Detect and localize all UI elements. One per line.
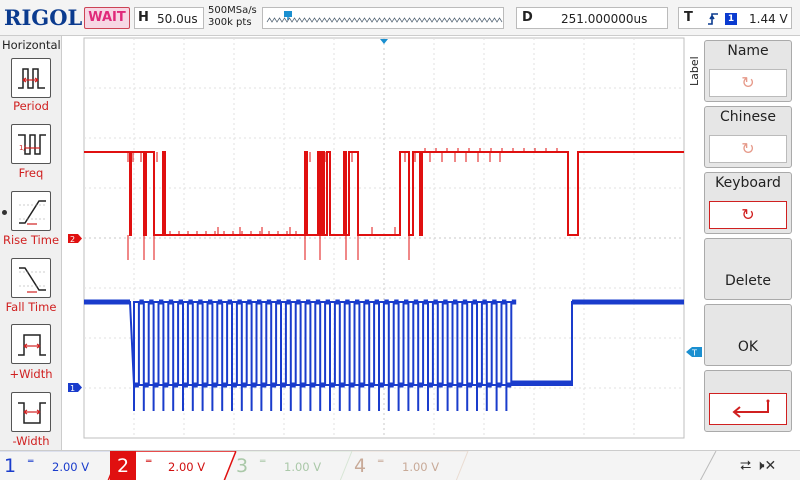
ch1-marker-label: 1 bbox=[70, 384, 75, 393]
ch3-scale: 1.00 V bbox=[284, 460, 322, 474]
label-menu-title: Label bbox=[688, 56, 701, 86]
dc-coupling-icon: ═ bbox=[146, 457, 152, 467]
chinese-button[interactable]: Chinese ↻ bbox=[704, 106, 792, 168]
speaker-mute-icon[interactable]: 🕨︎✕ bbox=[756, 458, 777, 474]
dc-coupling-icon: ═ bbox=[260, 457, 266, 467]
trigger-marker-label: T bbox=[691, 349, 697, 358]
undo-icon: ↻ bbox=[709, 69, 787, 97]
delete-button[interactable]: Delete bbox=[704, 238, 792, 300]
waveform-display[interactable]: 2 1 T bbox=[0, 0, 800, 450]
chinese-label: Chinese bbox=[720, 109, 776, 125]
menu-side-label: Label bbox=[686, 50, 704, 90]
ch2-tab[interactable]: 2 ═ 2.00 V bbox=[0, 451, 236, 480]
ch3-tab[interactable]: 3 ═ 1.00 V bbox=[232, 451, 352, 480]
ch2-number: 2 bbox=[110, 451, 136, 480]
ch2-scale: 2.00 V bbox=[168, 460, 206, 474]
usb-status: ⮂ 🕨︎✕ bbox=[740, 458, 776, 474]
ch2-marker-label: 2 bbox=[70, 235, 75, 244]
undo-icon: ↻ bbox=[709, 135, 787, 163]
keyboard-label: Keyboard bbox=[715, 175, 781, 191]
ch3-number: 3 bbox=[236, 455, 249, 477]
ch4-scale: 1.00 V bbox=[402, 460, 440, 474]
undo-icon: ↻ bbox=[709, 201, 787, 229]
trigger-level-marker[interactable]: T bbox=[686, 347, 702, 358]
channel-status-bar: 1 ═ 2.00 V 2 ═ 2.00 V 3 ═ 1.00 V 4 ═ 1.0… bbox=[0, 450, 800, 480]
usb-icon: ⮂ bbox=[740, 458, 752, 474]
ch2-offset-marker[interactable]: 2 bbox=[68, 234, 82, 244]
ch4-tab[interactable]: 4 ═ 1.00 V bbox=[350, 451, 470, 480]
delete-label: Delete bbox=[725, 273, 771, 289]
enter-icon bbox=[709, 393, 787, 425]
ch1-offset-marker[interactable]: 1 bbox=[68, 383, 82, 393]
dc-coupling-icon: ═ bbox=[378, 457, 384, 467]
ok-label: OK bbox=[737, 339, 759, 355]
name-label: Name bbox=[727, 43, 769, 59]
ok-button[interactable]: OK bbox=[704, 304, 792, 366]
ch4-number: 4 bbox=[354, 455, 367, 477]
enter-button[interactable] bbox=[704, 370, 792, 432]
name-button[interactable]: Name ↻ bbox=[704, 40, 792, 102]
keyboard-button[interactable]: Keyboard ↻ bbox=[704, 172, 792, 234]
